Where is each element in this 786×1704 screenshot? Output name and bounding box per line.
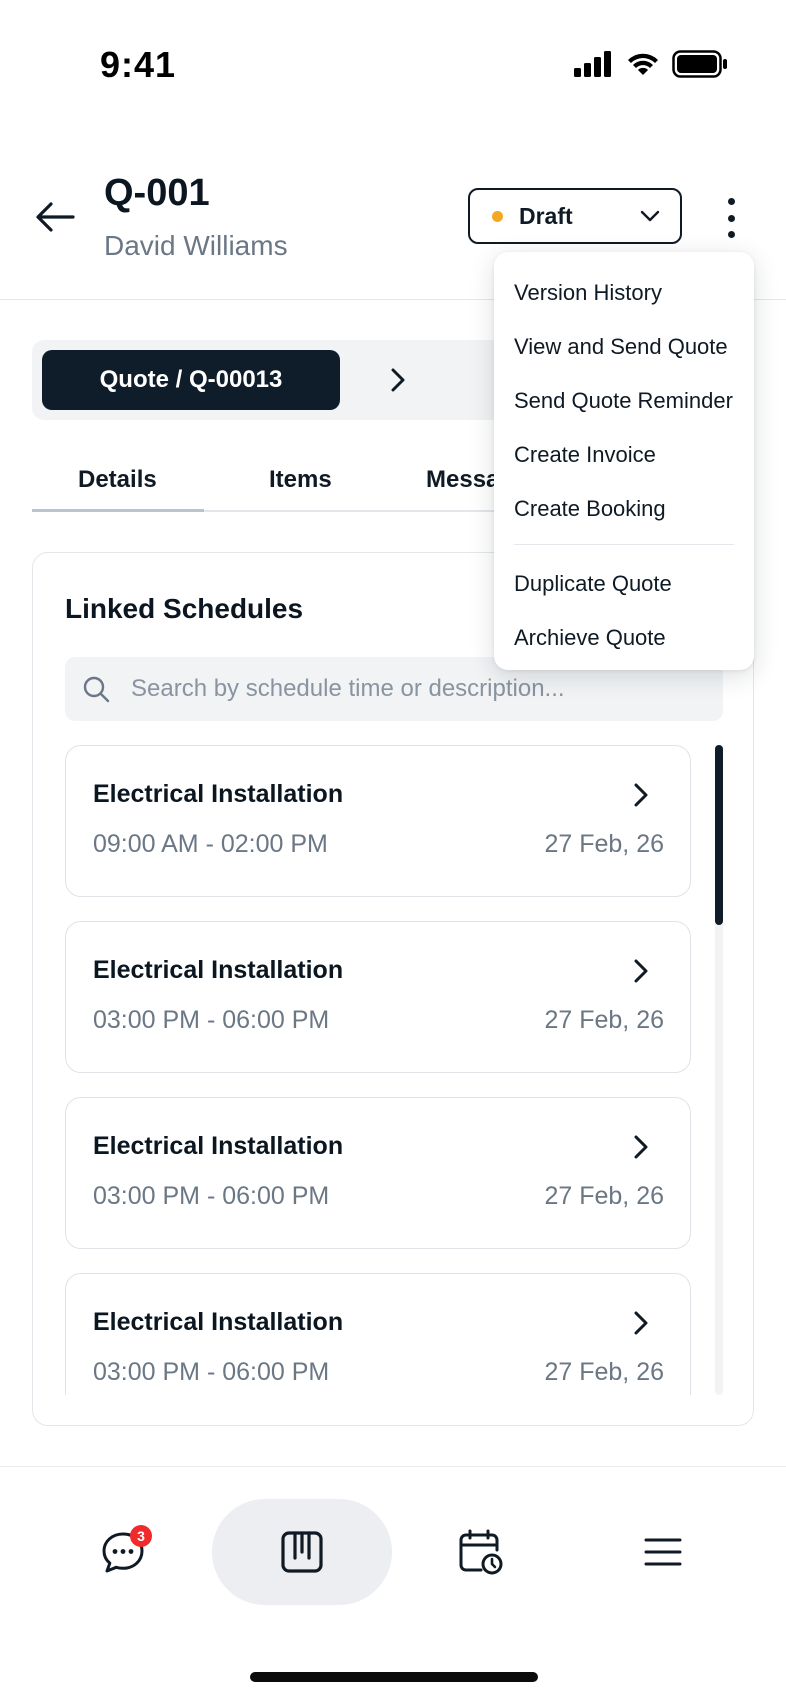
schedule-time: 09:00 AM - 02:00 PM [93,830,328,858]
tab-messages[interactable]: Messa [426,466,499,494]
chevron-right-icon [628,1308,654,1338]
chevron-right-icon [628,780,654,810]
notification-badge: 3 [130,1525,152,1547]
chevron-right-icon [628,1132,654,1162]
battery-icon [672,50,727,78]
status-dot [492,210,503,222]
menu-item-view-send-quote[interactable]: View and Send Quote [494,320,754,374]
search-input[interactable] [131,675,691,703]
schedule-time: 03:00 PM - 06:00 PM [93,1358,330,1386]
tab-items[interactable]: Items [269,466,332,494]
schedule-title: Electrical Installation [93,1308,344,1336]
status-dropdown[interactable]: Draft [468,188,682,244]
schedule-list: Electrical Installation 09:00 AM - 02:00… [65,745,723,1395]
schedule-item[interactable]: Electrical Installation 03:00 PM - 06:00… [65,1273,691,1395]
linked-schedules-card: Linked Schedules Electrical Installation… [32,552,754,1426]
kebab-dot-icon [727,214,735,222]
schedule-title: Electrical Installation [93,780,344,808]
schedule-time: 03:00 PM - 06:00 PM [93,1182,330,1210]
chevron-down-icon [640,210,660,222]
search-icon [81,674,111,704]
schedule-date: 27 Feb, 26 [544,1006,664,1034]
tab-details[interactable]: Details [78,466,157,494]
schedule-item[interactable]: Electrical Installation 03:00 PM - 06:00… [65,921,691,1073]
nav-board-button[interactable] [257,1499,347,1605]
wifi-icon [628,53,658,75]
schedule-title: Electrical Installation [93,956,344,984]
nav-schedule-button[interactable] [436,1499,526,1605]
section-title: Linked Schedules [65,593,304,624]
more-options-menu: Version History View and Send Quote Send… [494,252,754,670]
schedule-title: Electrical Installation [93,1132,344,1160]
status-label: Draft [519,202,573,229]
arrow-left-icon [36,202,75,232]
page-title: Q-001 [104,172,210,214]
kebab-dot-icon [727,198,735,205]
menu-item-send-quote-reminder[interactable]: Send Quote Reminder [494,374,754,428]
tab-active-indicator [32,509,204,512]
menu-item-version-history[interactable]: Version History [494,266,754,320]
customer-name: David Williams [104,230,288,261]
signal-icon [574,51,611,77]
status-bar: 9:41 [0,0,786,130]
back-button[interactable] [34,196,76,238]
schedule-item[interactable]: Electrical Installation 09:00 AM - 02:00… [65,745,691,897]
home-indicator [250,1672,538,1682]
schedule-time: 03:00 PM - 06:00 PM [93,1006,330,1034]
nav-messages-button[interactable] [78,1499,168,1605]
kebab-dot-icon [727,231,735,238]
breadcrumb-quote-pill[interactable]: Quote / Q-00013 [42,350,340,410]
calendar-clock-icon [459,1529,503,1575]
more-options-button[interactable] [716,194,746,242]
scrollbar-thumb[interactable] [715,745,723,925]
menu-icon [644,1538,682,1566]
schedule-date: 27 Feb, 26 [544,830,664,858]
menu-item-duplicate-quote[interactable]: Duplicate Quote [494,557,754,611]
menu-item-archive-quote[interactable]: Archieve Quote [494,611,754,665]
status-time: 9:41 [100,44,177,85]
schedule-item[interactable]: Electrical Installation 03:00 PM - 06:00… [65,1097,691,1249]
menu-divider [514,544,734,545]
nav-menu-button[interactable] [618,1499,708,1605]
chevron-right-icon [391,368,405,392]
chevron-right-icon [628,956,654,986]
status-icons [574,50,728,78]
breadcrumb-next-button[interactable] [382,364,414,396]
menu-item-create-invoice[interactable]: Create Invoice [494,428,754,482]
scrollbar[interactable] [715,745,723,1395]
schedule-date: 27 Feb, 26 [544,1182,664,1210]
board-icon [281,1531,323,1573]
menu-item-create-booking[interactable]: Create Booking [494,482,754,536]
schedule-date: 27 Feb, 26 [544,1358,664,1386]
bottom-navigation: 3 [0,1466,786,1704]
